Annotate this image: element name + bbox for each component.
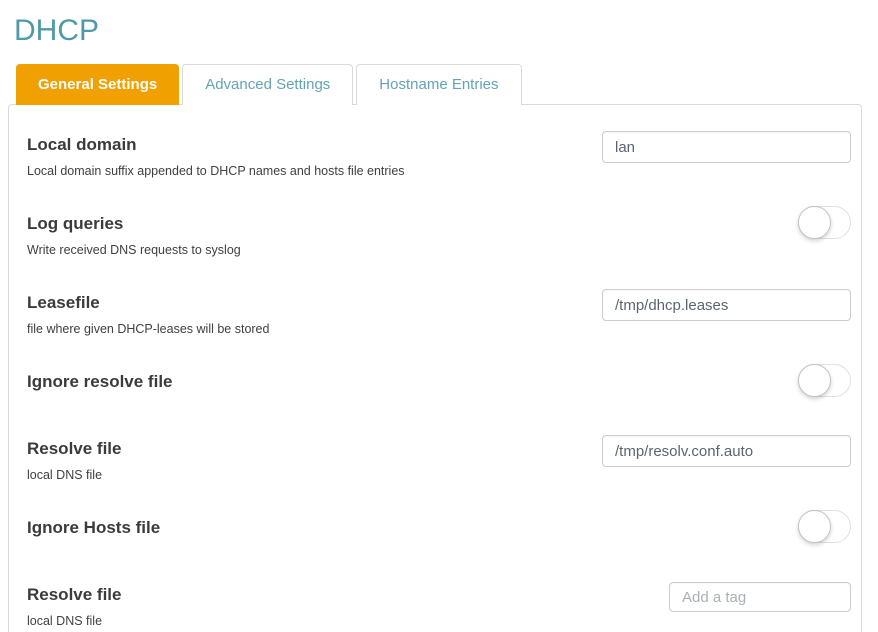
row-control-block [602, 435, 851, 467]
row-text-block: Log queries Write received DNS requests … [27, 210, 602, 258]
row-text-block: Resolve file local DNS file [27, 435, 602, 483]
resolve-file-description: local DNS file [27, 468, 103, 482]
row-text-block: Leasefile file where given DHCP-leases w… [27, 289, 602, 337]
tab-general-settings[interactable]: General Settings [16, 64, 180, 105]
row-resolve-file: Resolve file local DNS file [27, 435, 851, 483]
row-leasefile: Leasefile file where given DHCP-leases w… [27, 289, 851, 337]
ignore-resolve-file-toggle[interactable] [798, 364, 851, 397]
leasefile-input[interactable] [602, 289, 851, 321]
row-control-block [602, 364, 851, 397]
row-text-block: Ignore resolve file [27, 368, 602, 392]
tab-hostname-entries[interactable]: Hostname Entries [356, 64, 522, 105]
row-text-block: Ignore Hosts file [27, 514, 602, 538]
row-control-block [602, 206, 851, 239]
row-control-block [602, 289, 851, 321]
row-control-block [602, 131, 851, 163]
log-queries-description: Write received DNS requests to syslog [27, 243, 241, 257]
ignore-resolve-file-label: Ignore resolve file [27, 372, 173, 391]
page-title: DHCP [14, 14, 100, 47]
add-tag-input[interactable] [669, 582, 851, 612]
log-queries-toggle[interactable] [798, 206, 851, 239]
row-ignore-hosts-file: Ignore Hosts file [27, 510, 851, 543]
row-resolve-file-tags: Resolve file local DNS file [27, 581, 851, 629]
row-text-block: Local domain Local domain suffix appende… [27, 131, 602, 179]
row-text-block: Resolve file local DNS file [27, 581, 602, 629]
row-ignore-resolve-file: Ignore resolve file [27, 364, 851, 397]
toggle-knob [798, 510, 831, 543]
tab-bar: General Settings Advanced Settings Hostn… [0, 64, 878, 105]
row-log-queries: Log queries Write received DNS requests … [27, 206, 851, 258]
leasefile-description: file where given DHCP-leases will be sto… [27, 322, 270, 336]
local-domain-input[interactable] [602, 131, 851, 163]
settings-panel: Local domain Local domain suffix appende… [8, 104, 862, 632]
log-queries-label: Log queries [27, 214, 124, 233]
resolve-file-input[interactable] [602, 435, 851, 467]
toggle-knob [798, 206, 831, 239]
local-domain-label: Local domain [27, 135, 137, 154]
toggle-knob [798, 364, 831, 397]
ignore-hosts-file-label: Ignore Hosts file [27, 518, 161, 537]
ignore-hosts-file-toggle[interactable] [798, 510, 851, 543]
leasefile-label: Leasefile [27, 293, 100, 312]
row-local-domain: Local domain Local domain suffix appende… [27, 131, 851, 179]
resolve-file-label: Resolve file [27, 439, 122, 458]
row-control-block [602, 581, 851, 612]
tab-advanced-settings[interactable]: Advanced Settings [182, 64, 354, 105]
resolve-file-tags-description: local DNS file [27, 614, 103, 628]
local-domain-description: Local domain suffix appended to DHCP nam… [27, 164, 405, 178]
row-control-block [602, 510, 851, 543]
resolve-file-tags-label: Resolve file [27, 585, 122, 604]
